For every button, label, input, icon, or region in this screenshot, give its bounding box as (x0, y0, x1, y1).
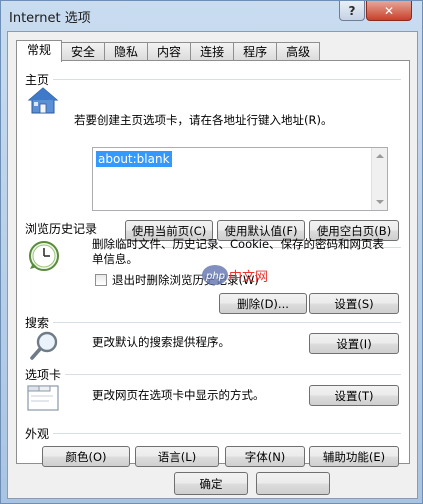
search-divider (53, 322, 401, 323)
dialog-window: Internet 选项 ? ✕ 常规 安全 隐私 内容 连接 程序 高级 主页 (0, 0, 423, 504)
delete-on-exit-label[interactable]: 退出时删除浏览历史记录(W) (112, 273, 259, 288)
tab-strip: 常规 安全 隐私 内容 连接 程序 高级 (16, 40, 321, 62)
home-description: 若要创建主页选项卡，请在各地址行键入地址(R)。 (74, 113, 333, 127)
accessibility-button[interactable]: 辅助功能(E) (309, 446, 399, 467)
close-button[interactable]: ✕ (366, 1, 412, 21)
delete-on-exit-checkbox[interactable] (95, 274, 107, 286)
tabs-window-icon (27, 382, 59, 412)
history-description: 删除临时文件、历史记录、Cookie、保存的密码和网页表单信息。 (92, 237, 385, 266)
search-magnifier-icon (29, 329, 61, 361)
window-title: Internet 选项 (9, 11, 91, 26)
home-page-url-value: about:blank (96, 151, 172, 167)
tabs-description: 更改网页在选项卡中显示的方式。 (92, 388, 265, 402)
ok-button[interactable]: 确定 (174, 472, 248, 495)
home-divider (53, 79, 401, 80)
search-description: 更改默认的搜索提供程序。 (92, 335, 230, 349)
tab-privacy[interactable]: 隐私 (105, 42, 149, 61)
general-tab-panel: 主页 若要创建主页选项卡，请在各地址行键入地址(R)。 about:blank … (16, 60, 410, 467)
help-button[interactable]: ? (339, 1, 365, 21)
tab-connections[interactable]: 连接 (191, 42, 235, 61)
languages-button[interactable]: 语言(L) (135, 446, 219, 467)
tabs-settings-button[interactable]: 设置(T) (309, 385, 399, 406)
dialog-client: 常规 安全 隐私 内容 连接 程序 高级 主页 若要创建主页选项卡，请在各地址行… (7, 31, 418, 499)
fonts-button[interactable]: 字体(N) (225, 446, 305, 467)
cancel-button-partial[interactable] (256, 472, 330, 495)
title-bar[interactable]: Internet 选项 ? ✕ (1, 1, 423, 31)
scroll-down-icon[interactable] (376, 200, 384, 204)
history-heading: 浏览历史记录 (25, 222, 98, 236)
tab-content[interactable]: 内容 (148, 42, 192, 61)
home-page-url-input[interactable]: about:blank (92, 147, 388, 211)
history-settings-button[interactable]: 设置(S) (309, 293, 399, 314)
tab-general[interactable]: 常规 (16, 40, 63, 62)
tab-security[interactable]: 安全 (62, 42, 106, 61)
search-settings-button[interactable]: 设置(I) (309, 333, 399, 354)
tabs-heading: 选项卡 (25, 368, 62, 382)
url-scrollbar[interactable] (371, 148, 387, 210)
scroll-up-icon[interactable] (376, 154, 384, 158)
history-clock-icon (27, 239, 61, 273)
appearance-heading: 外观 (25, 427, 50, 441)
tabs-divider (65, 374, 401, 375)
colors-button[interactable]: 颜色(O) (42, 446, 130, 467)
tab-advanced[interactable]: 高级 (277, 42, 321, 61)
home-icon (27, 85, 59, 117)
delete-history-button[interactable]: 删除(D)... (219, 293, 307, 314)
tab-programs[interactable]: 程序 (234, 42, 278, 61)
appearance-divider (53, 433, 401, 434)
